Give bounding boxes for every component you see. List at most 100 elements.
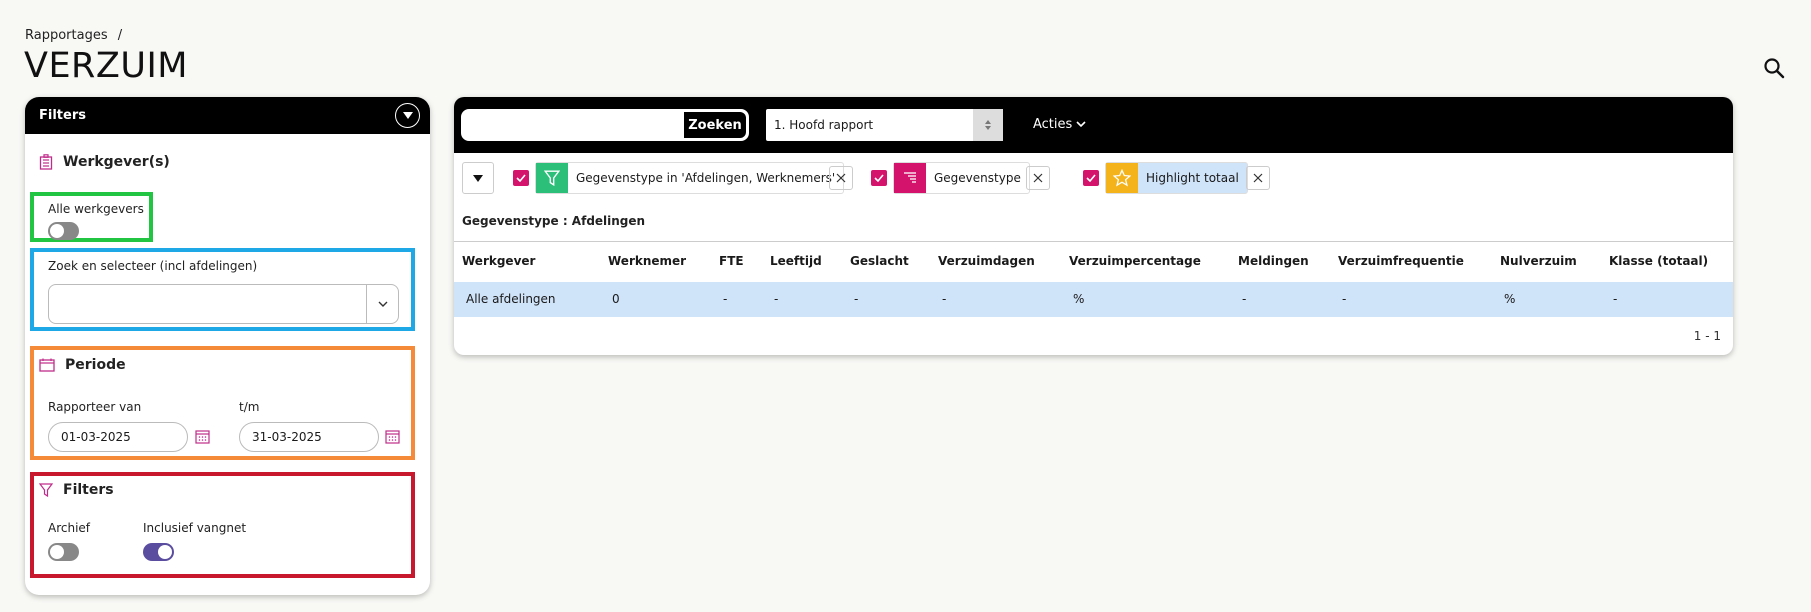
caret-down-icon (473, 174, 483, 182)
alle-werkgevers-toggle[interactable] (48, 222, 79, 240)
calendar-from-icon[interactable] (195, 429, 210, 444)
cell-verzuimdagen: - (942, 292, 947, 306)
chevron-down-icon (1076, 121, 1087, 128)
chip-3-checkbox[interactable] (1083, 170, 1099, 186)
calendar-to-icon[interactable] (385, 429, 400, 444)
filters-section-title: Filters (39, 482, 114, 498)
periode-title-label: Periode (65, 357, 126, 373)
star-icon (1106, 163, 1138, 193)
check-icon (874, 174, 884, 182)
filters-panel-title: Filters (39, 108, 86, 123)
col-verzuimfrequentie[interactable]: Verzuimfrequentie (1338, 254, 1464, 268)
filters-header: Filters (25, 97, 430, 134)
cell-nulverzuim: % (1504, 292, 1516, 306)
col-werknemer[interactable]: Werknemer (608, 254, 686, 268)
table-divider (454, 241, 1733, 242)
report-search-group: Zoeken (461, 109, 749, 141)
chip-1-label: Gegevenstype in 'Afdelingen, Werknemers' (576, 171, 836, 185)
check-icon (516, 174, 526, 182)
chip-gegevenstype-sort[interactable]: Gegevenstype (893, 162, 1030, 194)
cell-verzuimfrequentie: - (1342, 292, 1347, 306)
cell-meldingen: - (1242, 292, 1247, 306)
vangnet-toggle[interactable] (143, 543, 174, 561)
chevron-down-icon[interactable] (366, 285, 398, 323)
tm-label: t/m (239, 400, 260, 414)
chip-2-label: Gegevenstype (934, 171, 1021, 185)
chip-1-checkbox[interactable] (513, 170, 529, 186)
date-from-input[interactable]: 01-03-2025 (48, 422, 188, 452)
periode-section-title: Periode (39, 357, 126, 373)
chip-highlight-totaal[interactable]: Highlight totaal (1105, 162, 1248, 194)
extra-filters-box: Filters Archief Inclusief vangnet (30, 472, 415, 578)
cell-klasse-totaal: - (1613, 292, 1618, 306)
check-icon (1086, 174, 1096, 182)
breadcrumb: Rapportages / (25, 28, 122, 43)
archief-label: Archief (48, 521, 91, 535)
updown-arrows-icon (973, 109, 1003, 141)
werkgever-search-label: Zoek en selecteer (incl afdelingen) (48, 259, 258, 273)
calendar-icon (39, 358, 55, 372)
group-label: Gegevenstype : Afdelingen (462, 214, 646, 228)
rapporteer-van-label: Rapporteer van (48, 400, 142, 414)
report-select[interactable]: 1. Hoofd rapport (766, 109, 1003, 141)
filters-title-label: Filters (63, 482, 114, 498)
werkgever-search-box: Zoek en selecteer (incl afdelingen) (30, 248, 415, 331)
caret-down-icon (402, 111, 413, 119)
col-klasse-totaal[interactable]: Klasse (totaal) (1609, 254, 1708, 268)
col-verzuimpercentage[interactable]: Verzuimpercentage (1069, 254, 1201, 268)
search-icon[interactable] (1763, 57, 1785, 79)
col-nulverzuim[interactable]: Nulverzuim (1500, 254, 1577, 268)
report-select-value: 1. Hoofd rapport (774, 118, 874, 132)
report-search-input[interactable] (462, 110, 682, 140)
table-header: Werkgever Werknemer FTE Leeftijd Geslach… (454, 254, 1733, 274)
col-verzuimdagen[interactable]: Verzuimdagen (938, 254, 1035, 268)
funnel-icon (39, 483, 53, 497)
chip-3-remove-button[interactable] (1246, 166, 1270, 190)
col-werkgever[interactable]: Werkgever (462, 254, 535, 268)
cell-geslacht: - (854, 292, 859, 306)
cell-leeftijd: - (774, 292, 779, 306)
chip-2-checkbox[interactable] (871, 170, 887, 186)
cell-fte: - (723, 292, 728, 306)
close-icon (1033, 173, 1043, 183)
close-icon (836, 173, 846, 183)
col-leeftijd[interactable]: Leeftijd (770, 254, 822, 268)
filter-chips: Gegevenstype in 'Afdelingen, Werknemers'… (462, 162, 1722, 194)
vangnet-label: Inclusief vangnet (143, 521, 247, 535)
close-icon (1253, 173, 1263, 183)
sort-lines-icon (894, 163, 926, 193)
werkgever-select[interactable] (48, 284, 399, 324)
cell-werknemer: 0 (612, 292, 620, 306)
funnel-icon (536, 163, 568, 193)
werkgever-title-label: Werkgever(s) (63, 154, 170, 170)
zoeken-button[interactable]: Zoeken (684, 112, 746, 138)
acties-label: Acties (1033, 117, 1073, 132)
page-title: VERZUIM (24, 46, 188, 86)
periode-box: Periode Rapporteer van t/m 01-03-2025 31… (30, 346, 415, 460)
chip-2-remove-button[interactable] (1026, 166, 1050, 190)
building-icon (39, 154, 53, 170)
cell-verzuimpercentage: % (1073, 292, 1085, 306)
date-to-input[interactable]: 31-03-2025 (239, 422, 379, 452)
col-fte[interactable]: FTE (719, 254, 744, 268)
alle-werkgevers-label: Alle werkgevers (48, 202, 144, 216)
chips-dropdown-button[interactable] (462, 162, 494, 194)
archief-toggle[interactable] (48, 543, 79, 561)
chip-1-remove-button[interactable] (829, 166, 853, 190)
report-toolbar: Zoeken 1. Hoofd rapport Acties (454, 97, 1733, 153)
breadcrumb-item-rapportages[interactable]: Rapportages (25, 28, 108, 43)
acties-menu[interactable]: Acties (1033, 117, 1087, 132)
werkgever-section-title: Werkgever(s) (39, 154, 170, 170)
filters-panel: Filters Werkgever(s) Alle werkgevers Zoe… (25, 97, 430, 595)
breadcrumb-separator: / (117, 28, 123, 43)
chip-gegevenstype-filter[interactable]: Gegevenstype in 'Afdelingen, Werknemers' (535, 162, 845, 194)
alle-werkgevers-box: Alle werkgevers (30, 192, 153, 242)
col-geslacht[interactable]: Geslacht (850, 254, 909, 268)
chip-3-label: Highlight totaal (1146, 171, 1239, 185)
cell-werkgever: Alle afdelingen (466, 292, 556, 306)
table-row[interactable]: Alle afdelingen 0 - - - - % - - % - (454, 282, 1733, 317)
pagination-info: 1 - 1 (1693, 329, 1721, 343)
collapse-filters-button[interactable] (395, 103, 420, 128)
report-panel: Zoeken 1. Hoofd rapport Acties Gegevenst… (454, 97, 1733, 355)
col-meldingen[interactable]: Meldingen (1238, 254, 1309, 268)
